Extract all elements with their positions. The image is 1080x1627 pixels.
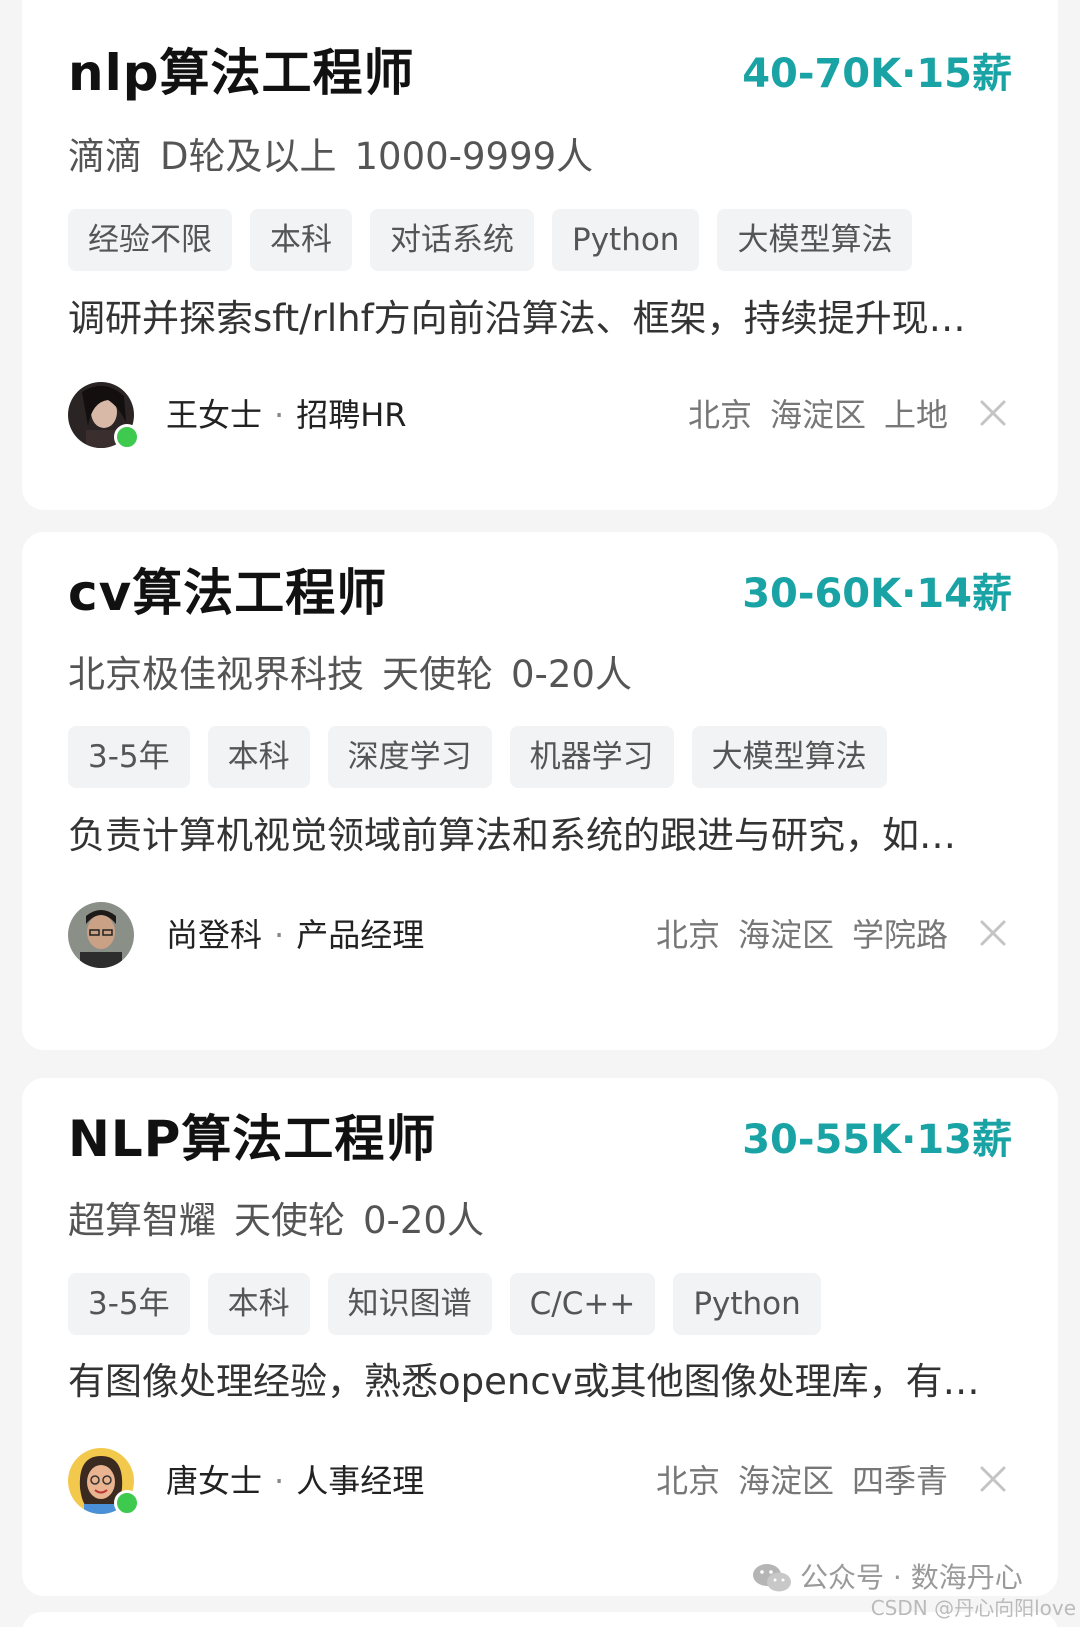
tag: 3-5年 bbox=[68, 726, 190, 788]
area: 学院路 bbox=[851, 916, 948, 954]
tag-list: 经验不限 本科 对话系统 Python 大模型算法 bbox=[68, 209, 913, 271]
csdn-watermark: CSDN @丹心向阳love bbox=[870, 1596, 1076, 1620]
tag: Python bbox=[673, 1273, 821, 1335]
online-status-dot bbox=[114, 424, 140, 450]
tag: 机器学习 bbox=[509, 726, 674, 788]
job-location: 北京 海淀区 四季青 bbox=[638, 1456, 948, 1506]
recruiter-row: 尚登科 · 产品经理 北京 海淀区 学院路 bbox=[68, 902, 1012, 974]
tag: C/C++ bbox=[509, 1273, 656, 1335]
funding-stage: 天使轮 bbox=[382, 653, 493, 696]
tag: 本科 bbox=[207, 1273, 310, 1335]
district: 海淀区 bbox=[769, 396, 866, 434]
tag: 对话系统 bbox=[370, 209, 534, 271]
separator-dot: · bbox=[274, 1462, 285, 1500]
job-card[interactable]: cv算法工程师 30-60K·14薪 北京极佳视界科技 天使轮 0-20人 3-5年… bbox=[22, 532, 1058, 1050]
recruiter-role: 招聘HR bbox=[296, 396, 407, 434]
job-title: cv算法工程师 bbox=[68, 564, 388, 622]
salary: 30-55K·13薪 bbox=[742, 1117, 1012, 1163]
job-description: 调研并探索sft/rlhf方向前沿算法、框架，持续提升现… bbox=[68, 297, 966, 340]
job-card[interactable]: NLP算法工程师 30-55K·13薪 超算智耀 天使轮 0-20人 3-5年 本科… bbox=[22, 1078, 1058, 1596]
recruiter-person: 唐女士 bbox=[166, 1462, 263, 1500]
city: 北京 bbox=[655, 916, 720, 954]
company-info: 滴滴 D轮及以上 1000-9999人 bbox=[68, 132, 611, 182]
recruiter-row: 唐女士 · 人事经理 北京 海淀区 四季青 bbox=[68, 1448, 1012, 1520]
tag: 经验不限 bbox=[68, 209, 232, 271]
tag: Python bbox=[552, 209, 700, 271]
company-size: 0-20人 bbox=[363, 1199, 484, 1242]
recruiter-role: 产品经理 bbox=[296, 916, 425, 954]
job-description: 有图像处理经验，熟悉opencv或其他图像处理库，有… bbox=[68, 1360, 980, 1403]
company-size: 0-20人 bbox=[511, 653, 632, 696]
job-card[interactable]: nlp算法工程师 40-70K·15薪 滴滴 D轮及以上 1000-9999人 经验… bbox=[22, 0, 1058, 510]
company-name: 超算智耀 bbox=[68, 1199, 216, 1242]
online-status-dot bbox=[114, 1490, 140, 1516]
recruiter-person: 王女士 bbox=[166, 396, 263, 434]
avatar[interactable] bbox=[68, 1448, 140, 1516]
job-location: 北京 海淀区 上地 bbox=[670, 390, 948, 440]
recruiter-name: 尚登科 · 产品经理 bbox=[166, 910, 424, 960]
tag: 大模型算法 bbox=[717, 209, 913, 271]
tag: 大模型算法 bbox=[691, 726, 887, 788]
recruiter-row: 王女士 · 招聘HR 北京 海淀区 上地 bbox=[68, 382, 1012, 454]
city: 北京 bbox=[655, 1462, 720, 1500]
wechat-icon bbox=[753, 1564, 791, 1592]
tag-list: 3-5年 本科 知识图谱 C/C++ Python bbox=[68, 1273, 821, 1335]
tag: 深度学习 bbox=[327, 726, 492, 788]
company-name: 北京极佳视界科技 bbox=[68, 653, 364, 696]
tag: 本科 bbox=[207, 726, 310, 788]
company-name: 滴滴 bbox=[68, 135, 142, 178]
recruiter-role: 人事经理 bbox=[296, 1462, 425, 1500]
job-header: NLP算法工程师 30-55K·13薪 bbox=[68, 1106, 1012, 1172]
avatar[interactable] bbox=[68, 902, 134, 968]
avatar-image bbox=[68, 902, 134, 968]
job-description: 负责计算机视觉领域前算法和系统的跟进与研究，如… bbox=[68, 814, 956, 857]
salary: 30-60K·14薪 bbox=[742, 571, 1012, 617]
funding-stage: 天使轮 bbox=[234, 1199, 345, 1242]
close-icon[interactable] bbox=[978, 1464, 1008, 1494]
tag-list: 3-5年 本科 深度学习 机器学习 大模型算法 bbox=[68, 726, 887, 788]
job-header: nlp算法工程师 40-70K·15薪 bbox=[68, 40, 1012, 106]
watermark-text: 公众号 · 数海丹心 bbox=[800, 1561, 1023, 1594]
funding-stage: D轮及以上 bbox=[160, 135, 337, 178]
city: 北京 bbox=[687, 396, 752, 434]
recruiter-name: 唐女士 · 人事经理 bbox=[166, 1456, 424, 1506]
district: 海淀区 bbox=[737, 1462, 834, 1500]
wechat-watermark: 公众号 · 数海丹心 bbox=[752, 1558, 1023, 1598]
tag: 知识图谱 bbox=[327, 1273, 492, 1335]
company-size: 1000-9999人 bbox=[354, 135, 594, 178]
company-info: 北京极佳视界科技 天使轮 0-20人 bbox=[68, 650, 650, 700]
tag: 本科 bbox=[250, 209, 352, 271]
job-title: nlp算法工程师 bbox=[68, 44, 415, 102]
job-title: NLP算法工程师 bbox=[68, 1110, 437, 1168]
recruiter-person: 尚登科 bbox=[166, 916, 263, 954]
job-header: cv算法工程师 30-60K·14薪 bbox=[68, 560, 1012, 626]
salary: 40-70K·15薪 bbox=[742, 51, 1012, 97]
district: 海淀区 bbox=[737, 916, 834, 954]
tag: 3-5年 bbox=[68, 1273, 190, 1335]
company-info: 超算智耀 天使轮 0-20人 bbox=[68, 1196, 502, 1246]
close-icon[interactable] bbox=[978, 398, 1008, 428]
job-location: 北京 海淀区 学院路 bbox=[638, 910, 948, 960]
separator-dot: · bbox=[274, 396, 285, 434]
job-list: nlp算法工程师 40-70K·15薪 滴滴 D轮及以上 1000-9999人 经验… bbox=[0, 0, 1080, 1627]
separator-dot: · bbox=[274, 916, 285, 954]
avatar[interactable] bbox=[68, 382, 140, 450]
area: 四季青 bbox=[851, 1462, 948, 1500]
area: 上地 bbox=[883, 396, 948, 434]
close-icon[interactable] bbox=[978, 918, 1008, 948]
recruiter-name: 王女士 · 招聘HR bbox=[166, 390, 407, 440]
